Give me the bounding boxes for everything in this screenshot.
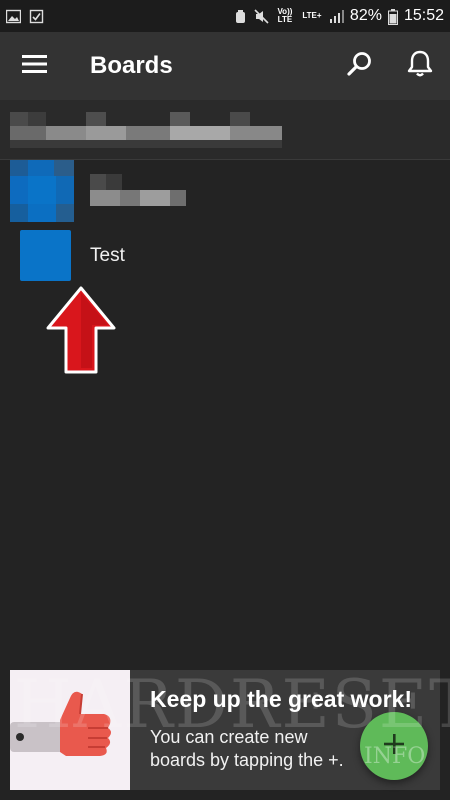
alarm-icon	[233, 9, 248, 24]
lte-indicator: LTE+	[302, 11, 322, 20]
battery-percent: 82%	[349, 7, 382, 24]
thumbs-up-icon	[10, 691, 111, 756]
red-arrow-annotation	[46, 286, 116, 374]
search-icon	[347, 51, 373, 82]
board-thumbnail	[10, 160, 74, 222]
banner-title: Keep up the great work!	[150, 686, 412, 712]
page-title: Boards	[90, 52, 173, 79]
status-bar: Vo)) LTE LTE+ 82% 15:52	[0, 0, 450, 32]
signal-icon	[329, 9, 344, 24]
thumbs-up-illustration	[10, 670, 130, 790]
status-left	[5, 9, 44, 24]
board-item-test[interactable]: Test	[0, 228, 450, 284]
app-actions	[330, 32, 450, 100]
volte-indicator: Vo)) LTE	[277, 7, 293, 24]
create-board-fab[interactable]	[360, 712, 428, 780]
menu-button[interactable]	[0, 32, 70, 100]
search-button[interactable]	[330, 32, 390, 100]
clock: 15:52	[403, 7, 444, 24]
mute-icon	[254, 8, 269, 24]
board-item[interactable]	[0, 160, 450, 222]
notifications-button[interactable]	[390, 32, 450, 100]
screen: Vo)) LTE LTE+ 82% 15:52 Boards Test Keep…	[0, 0, 450, 800]
app-bar: Boards	[0, 32, 450, 100]
status-right: Vo)) LTE LTE+ 82% 15:52	[233, 7, 444, 25]
board-thumbnail	[20, 230, 71, 281]
gallery-notification-icon	[5, 9, 22, 24]
plus-icon	[383, 733, 405, 760]
board-label: Test	[90, 245, 125, 266]
bell-icon	[407, 50, 433, 83]
workspace-header[interactable]	[0, 100, 450, 160]
obscured-board-name	[90, 174, 190, 208]
task-notification-icon	[29, 9, 44, 24]
battery-icon	[387, 8, 398, 25]
hamburger-icon	[22, 54, 48, 79]
